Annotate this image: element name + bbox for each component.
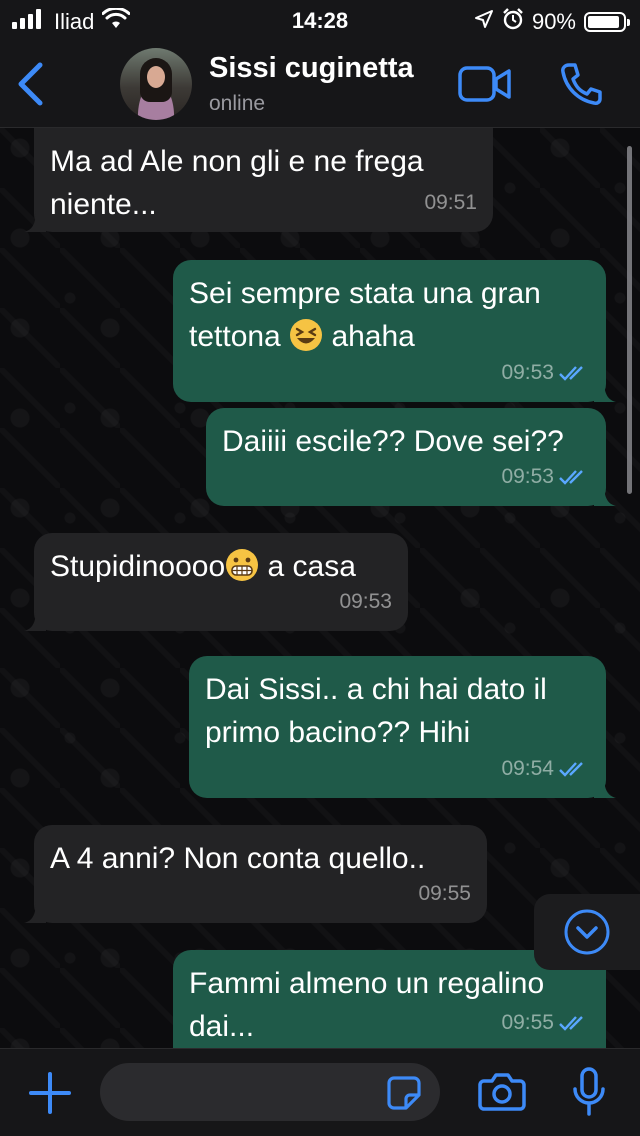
sticker-icon[interactable]	[386, 1075, 422, 1116]
read-receipt-icon	[559, 469, 583, 485]
phone-icon[interactable]	[560, 62, 602, 111]
message-time: 09:51	[424, 191, 477, 214]
bubble-tail	[594, 380, 616, 402]
avatar[interactable]	[120, 48, 192, 120]
message-text-suffix: ahaha	[331, 320, 415, 353]
chevron-down-icon	[564, 909, 610, 955]
bubble-tail	[594, 776, 616, 798]
camera-icon[interactable]	[478, 1071, 526, 1118]
read-receipt-icon	[559, 365, 583, 381]
bubble-tail	[24, 609, 46, 631]
bubble-tail	[24, 210, 46, 232]
battery-icon	[584, 12, 630, 32]
message-outgoing[interactable]: Sei sempre stata una gran tettona ahaha …	[173, 260, 616, 402]
chat-header: Sissi cuginetta online	[0, 40, 640, 128]
avatar-face	[147, 66, 165, 88]
status-bar: Iliad 14:28 90%	[0, 0, 640, 40]
read-receipt-icon	[559, 1015, 583, 1031]
message-time: 09:53	[339, 590, 392, 613]
message-time: 09:55	[501, 1011, 554, 1034]
message-time: 09:53	[501, 361, 554, 384]
message-outgoing[interactable]: Daiiii escile?? Dove sei?? 09:53	[206, 408, 616, 506]
bubble-tail	[594, 484, 616, 506]
plus-icon[interactable]	[28, 1071, 72, 1120]
message-incoming[interactable]: Stupidinoooo a casa 09:53	[24, 533, 408, 631]
message-incoming[interactable]: Ma ad Ale non gli e ne frega niente... 0…	[24, 128, 493, 232]
bubble-tail	[24, 901, 46, 923]
laughing-squinting-face-icon	[290, 319, 323, 351]
message-text-suffix: a casa	[267, 550, 356, 583]
message-text: Dai Sissi.. a chi hai dato il primo baci…	[205, 673, 547, 749]
contact-status: online	[209, 92, 266, 115]
message-incoming[interactable]: A 4 anni? Non conta quello.. 09:55	[24, 825, 487, 923]
scrollbar[interactable]	[627, 146, 632, 494]
message-text: A 4 anni? Non conta quello..	[50, 842, 426, 875]
contact-name[interactable]: Sissi cuginetta	[209, 52, 414, 85]
message-time: 09:54	[501, 757, 554, 780]
message-outgoing[interactable]: Dai Sissi.. a chi hai dato il primo baci…	[189, 656, 616, 798]
read-receipt-icon	[559, 761, 583, 777]
message-time: 09:53	[501, 465, 554, 488]
scroll-to-bottom-button[interactable]	[534, 894, 640, 970]
microphone-icon[interactable]	[572, 1067, 606, 1122]
location-icon	[474, 9, 494, 35]
input-bar	[0, 1048, 640, 1136]
back-icon[interactable]	[16, 62, 44, 111]
message-text: Stupidinoooo	[50, 550, 226, 583]
grimacing-face-icon	[226, 549, 259, 581]
battery-percentage: 90%	[531, 9, 576, 34]
video-call-icon[interactable]	[458, 64, 512, 109]
alarm-icon	[502, 8, 524, 36]
message-time: 09:55	[418, 882, 471, 905]
